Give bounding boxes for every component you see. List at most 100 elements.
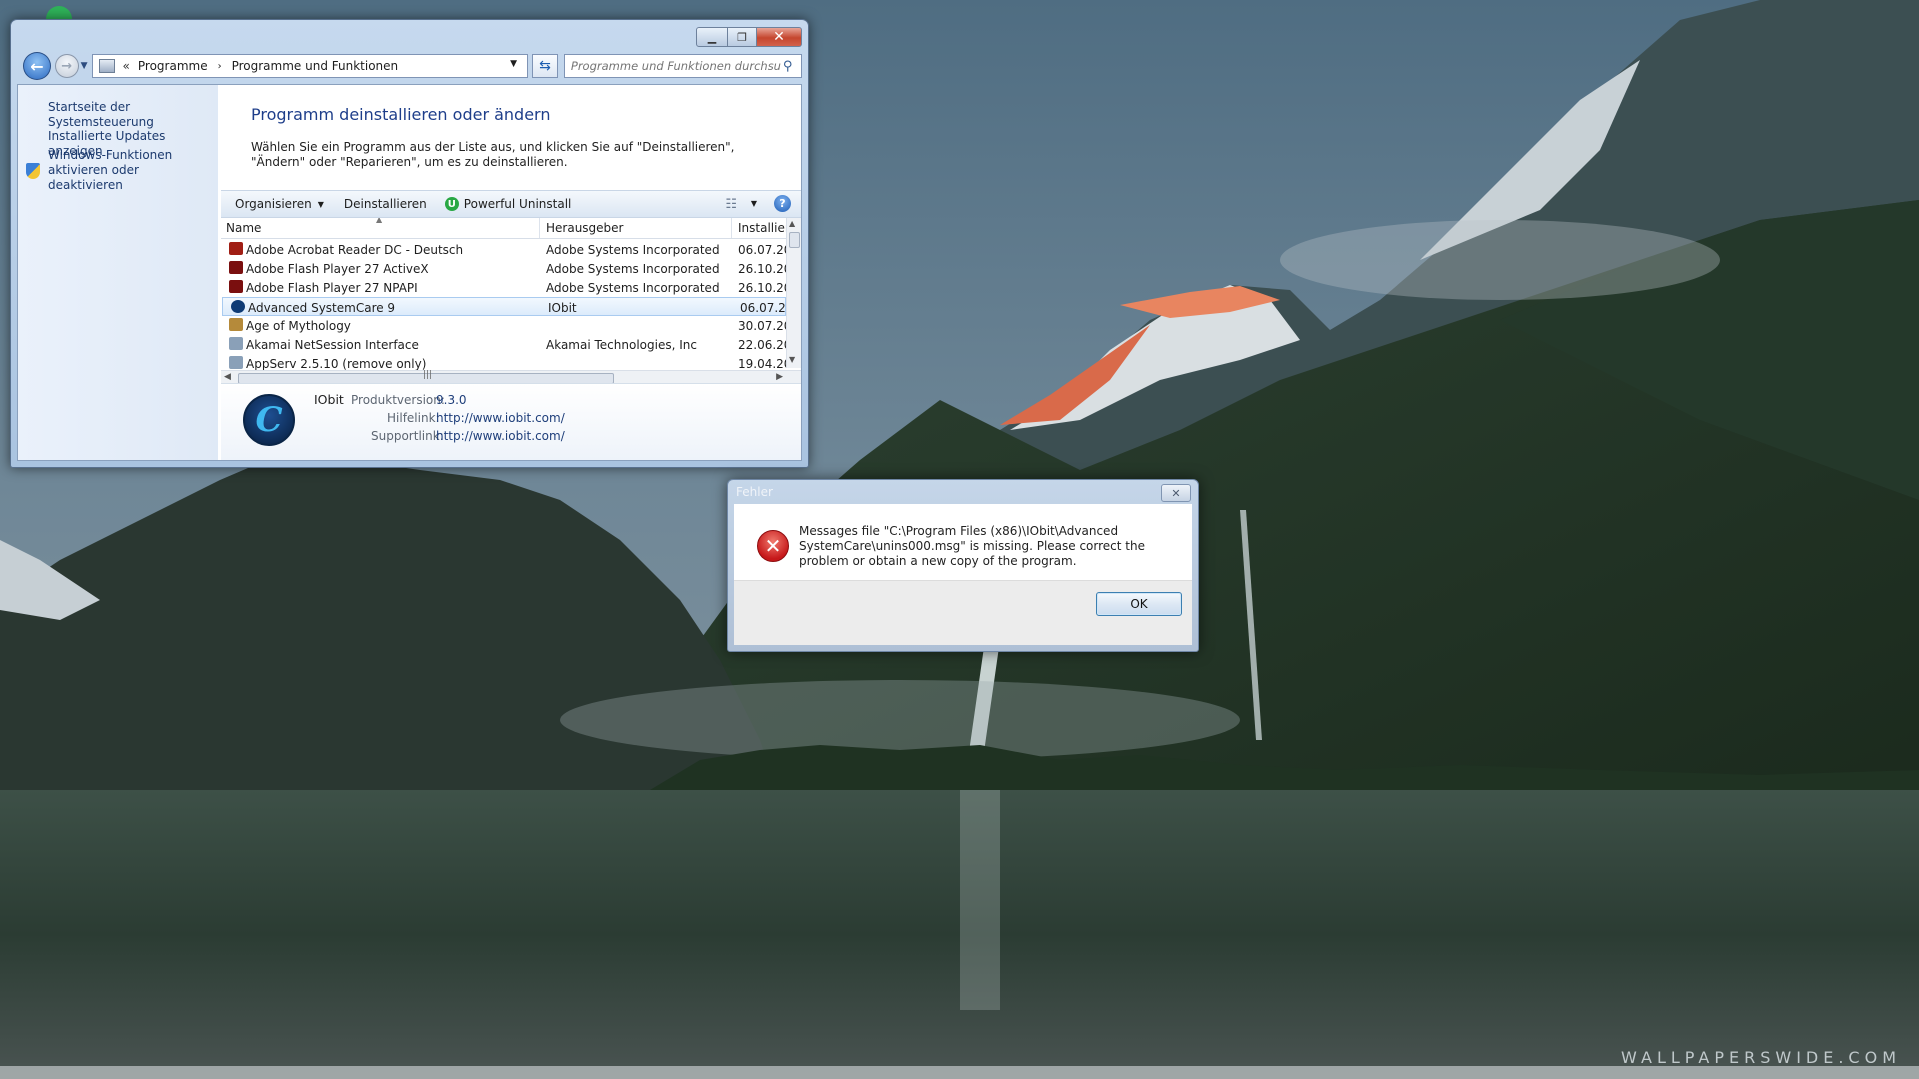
column-name[interactable]: Name — [226, 221, 261, 235]
window-caption-buttons: ▁ ❐ ✕ — [696, 27, 802, 47]
powerful-uninstall-icon: U — [444, 197, 459, 211]
program-name: Adobe Flash Player 27 ActiveX — [246, 262, 429, 276]
refresh-icon: ⇆ — [539, 58, 551, 74]
program-name: Adobe Flash Player 27 NPAPI — [246, 281, 418, 295]
view-dropdown-icon[interactable]: ▼ — [751, 199, 757, 208]
program-publisher: Adobe Systems Incorporated — [546, 243, 720, 257]
address-dropdown-icon[interactable]: ▼ — [510, 59, 517, 69]
program-name: Adobe Acrobat Reader DC - Deutsch — [246, 243, 464, 257]
scroll-down-icon[interactable]: ▼ — [789, 355, 795, 364]
search-icon[interactable]: ⚲ — [783, 59, 793, 74]
breadcrumb-item-programs-features[interactable]: Programme und Funktionen — [232, 59, 399, 73]
program-publisher: Adobe Systems Incorporated — [546, 262, 720, 276]
close-icon: ✕ — [773, 29, 785, 45]
program-publisher: Adobe Systems Incorporated — [546, 281, 720, 295]
uninstall-button[interactable]: Deinstallieren — [344, 197, 427, 211]
program-name: Age of Mythology — [246, 319, 351, 333]
acrobat-icon — [229, 242, 243, 255]
search-box[interactable]: ⚲ — [563, 54, 802, 78]
details-support-label: Supportlink: — [371, 429, 444, 443]
powerful-uninstall-button[interactable]: U Powerful Uninstall — [444, 197, 572, 211]
recent-pages-dropdown[interactable]: ▼ — [81, 61, 88, 71]
column-divider[interactable] — [731, 218, 732, 238]
table-row-selected[interactable]: Advanced SystemCare 9IObit06.07.2016 — [222, 297, 796, 316]
program-publisher: IObit — [548, 301, 577, 315]
vertical-scrollbar[interactable]: ▲ ▼ — [786, 218, 801, 368]
ok-button[interactable]: OK — [1096, 592, 1182, 616]
close-button[interactable]: ✕ — [756, 27, 802, 47]
minimize-icon: ▁ — [707, 30, 717, 44]
scroll-up-icon[interactable]: ▲ — [789, 219, 795, 228]
task-pane: Startseite der Systemsteuerung Installie… — [18, 85, 218, 460]
minimize-button[interactable]: ▁ — [696, 27, 728, 47]
table-row[interactable]: Akamai NetSession Interface Akamai Techno… — [221, 335, 794, 354]
restore-icon: ❐ — [737, 30, 747, 44]
systemcare-logo-icon: C — [243, 394, 295, 446]
dialog-title: Fehler — [736, 485, 773, 499]
link-windows-features[interactable]: Windows-Funktionen aktivieren oder deakt… — [48, 148, 208, 193]
breadcrumb-overflow[interactable]: « — [123, 59, 130, 73]
breadcrumb-separator[interactable]: › — [218, 61, 222, 72]
installer-icon — [229, 356, 243, 369]
details-publisher: IObit — [314, 392, 344, 407]
command-bar: Organisieren ▼ Deinstallieren U Powerful… — [221, 190, 801, 218]
details-version-label: Produktversion: — [351, 393, 445, 407]
table-row[interactable]: Adobe Flash Player 27 ActiveX Adobe Syste… — [221, 259, 794, 278]
vertical-scroll-thumb[interactable] — [789, 232, 800, 248]
shield-icon — [26, 163, 40, 179]
forward-button[interactable]: → — [54, 54, 79, 78]
dialog-footer: OK — [734, 580, 1192, 645]
help-icon: ? — [779, 197, 786, 210]
table-row[interactable]: Adobe Flash Player 27 NPAPI Adobe Systems… — [221, 278, 794, 297]
column-divider[interactable] — [539, 218, 540, 238]
column-publisher[interactable]: Herausgeber — [546, 221, 623, 235]
dialog-body: ✕ Messages file "C:\Program Files (x86)\… — [734, 504, 1192, 580]
control-panel-icon — [98, 59, 115, 73]
address-bar[interactable]: « Programme › Programme und Funktionen ▼ — [91, 54, 529, 78]
list-header: ▲ Name Herausgeber Installiert — [221, 218, 801, 239]
view-options-icon[interactable]: ☷ — [725, 197, 737, 212]
page-title: Programm deinstallieren oder ändern — [251, 105, 551, 124]
wallpaper-watermark: WALLPAPERSWIDE.COM — [1621, 1048, 1901, 1067]
systemcare-icon — [231, 300, 245, 313]
programs-and-features-window: ▁ ❐ ✕ ← → ▼ « Programme › Programme und … — [10, 19, 809, 468]
program-name: Advanced SystemCare 9 — [248, 301, 396, 315]
navigation-bar: ← → ▼ « Programme › Programme und Funkti… — [17, 52, 802, 80]
maximize-button[interactable]: ❐ — [728, 27, 756, 47]
flash-icon — [229, 280, 243, 293]
organize-label: Organisieren — [235, 197, 312, 211]
installer-icon — [229, 337, 243, 350]
breadcrumb-item-programme[interactable]: Programme — [138, 59, 208, 73]
arrow-right-icon: → — [61, 58, 73, 74]
refresh-button[interactable]: ⇆ — [532, 54, 558, 78]
scroll-grip-icon: ||| — [423, 370, 433, 380]
details-help-link[interactable]: http://www.iobit.com/ — [436, 411, 565, 425]
program-list: ▲ Name Herausgeber Installiert Adobe Acr… — [221, 218, 801, 386]
list-rows: Adobe Acrobat Reader DC - Deutsch Adobe S… — [221, 240, 796, 373]
close-icon: ✕ — [1171, 486, 1181, 500]
help-button[interactable]: ? — [774, 195, 791, 212]
back-button[interactable]: ← — [23, 52, 51, 80]
window-content: Startseite der Systemsteuerung Installie… — [17, 84, 802, 461]
error-dialog: Fehler ✕ ✕ Messages file "C:\Program Fil… — [727, 479, 1199, 652]
table-row[interactable]: Adobe Acrobat Reader DC - Deutsch Adobe S… — [221, 240, 794, 259]
page-description: Wählen Sie ein Programm aus der Liste au… — [251, 140, 735, 169]
arrow-left-icon: ← — [30, 56, 44, 76]
details-support-link[interactable]: http://www.iobit.com/ — [436, 429, 565, 443]
dialog-close-button[interactable]: ✕ — [1161, 484, 1191, 502]
error-icon: ✕ — [757, 530, 789, 562]
link-control-panel-home[interactable]: Startseite der Systemsteuerung — [48, 100, 218, 130]
program-name: Akamai NetSession Interface — [246, 338, 419, 352]
search-input[interactable] — [564, 58, 783, 74]
uninstall-label: Deinstallieren — [343, 197, 427, 211]
error-message: Messages file "C:\Program Files (x86)\IO… — [799, 524, 1145, 568]
sort-ascending-icon: ▲ — [376, 218, 383, 224]
details-help-label: Hilfelink: — [387, 411, 440, 425]
mythology-icon — [229, 318, 243, 331]
powerful-uninstall-label: Powerful Uninstall — [463, 197, 572, 211]
organize-button[interactable]: Organisieren ▼ — [235, 197, 324, 211]
scroll-left-icon[interactable]: ◀ — [224, 372, 231, 382]
table-row[interactable]: Age of Mythology30.07.2016 — [221, 316, 794, 335]
scroll-right-icon[interactable]: ▶ — [776, 372, 783, 382]
details-version: 9.3.0 — [436, 393, 467, 407]
